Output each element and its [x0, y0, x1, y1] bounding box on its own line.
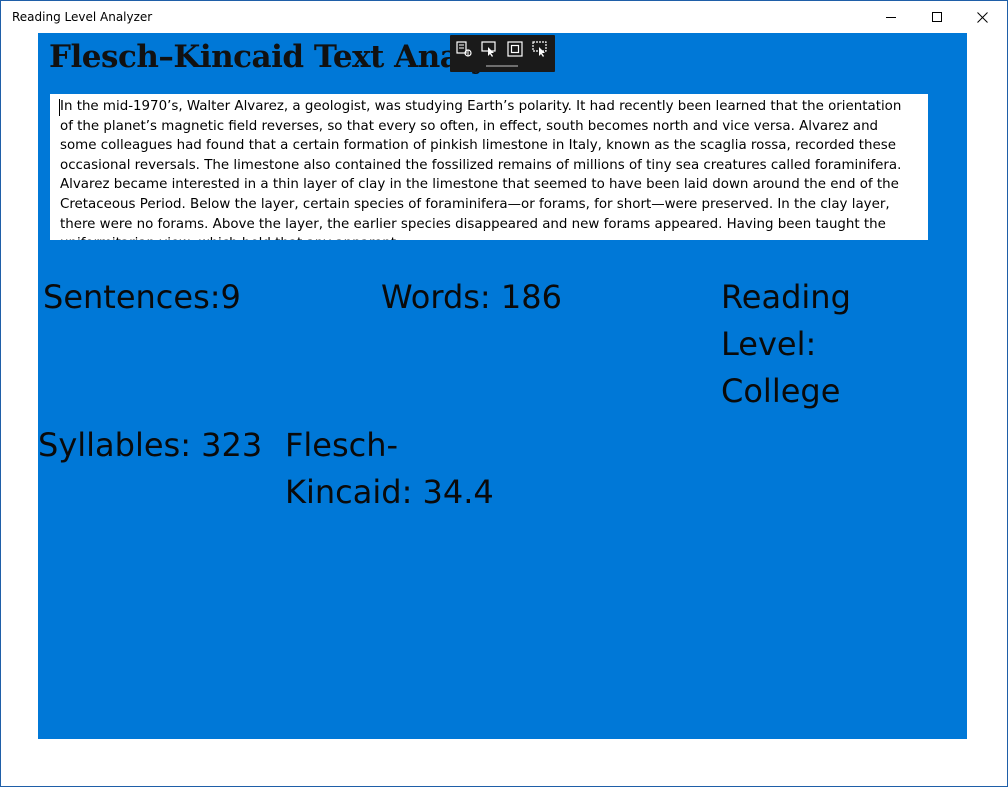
display-layout-adorners-icon — [506, 40, 524, 62]
track-focused-element-button[interactable] — [530, 41, 550, 61]
maximize-button[interactable] — [914, 1, 960, 33]
syllables-count: Syllables: 323 — [38, 426, 263, 464]
live-visual-tree-icon — [455, 40, 473, 62]
close-button[interactable] — [959, 1, 1005, 33]
words-count: Words: 186 — [381, 278, 562, 316]
debug-toolbar[interactable] — [450, 35, 555, 72]
flesch-kincaid-score: Flesch-Kincaid: 34.4 — [285, 426, 494, 511]
track-focused-element-icon — [531, 40, 549, 62]
sentences-count: Sentences:9 — [43, 278, 241, 316]
select-element-button[interactable] — [479, 41, 499, 61]
app-window: Reading Level Analyzer Flesch–Kincaid Te… — [0, 0, 1008, 787]
main-content: Flesch–Kincaid Text Analyzer In the mid-… — [38, 33, 967, 739]
minimize-icon — [886, 12, 896, 22]
maximize-icon — [932, 12, 942, 22]
text-input-box[interactable]: In the mid-1970’s, Walter Alvarez, a geo… — [50, 94, 928, 240]
close-icon — [976, 11, 988, 23]
live-visual-tree-button[interactable] — [454, 41, 474, 61]
display-layout-adorners-button[interactable] — [505, 41, 525, 61]
reading-level: Reading Level: College — [721, 278, 851, 410]
minimize-button[interactable] — [868, 1, 914, 33]
select-element-icon — [480, 40, 498, 62]
window-title: Reading Level Analyzer — [12, 10, 153, 24]
title-bar[interactable]: Reading Level Analyzer — [1, 1, 1007, 33]
toolbar-drag-handle[interactable] — [486, 65, 518, 67]
input-text[interactable]: In the mid-1970’s, Walter Alvarez, a geo… — [60, 97, 918, 240]
